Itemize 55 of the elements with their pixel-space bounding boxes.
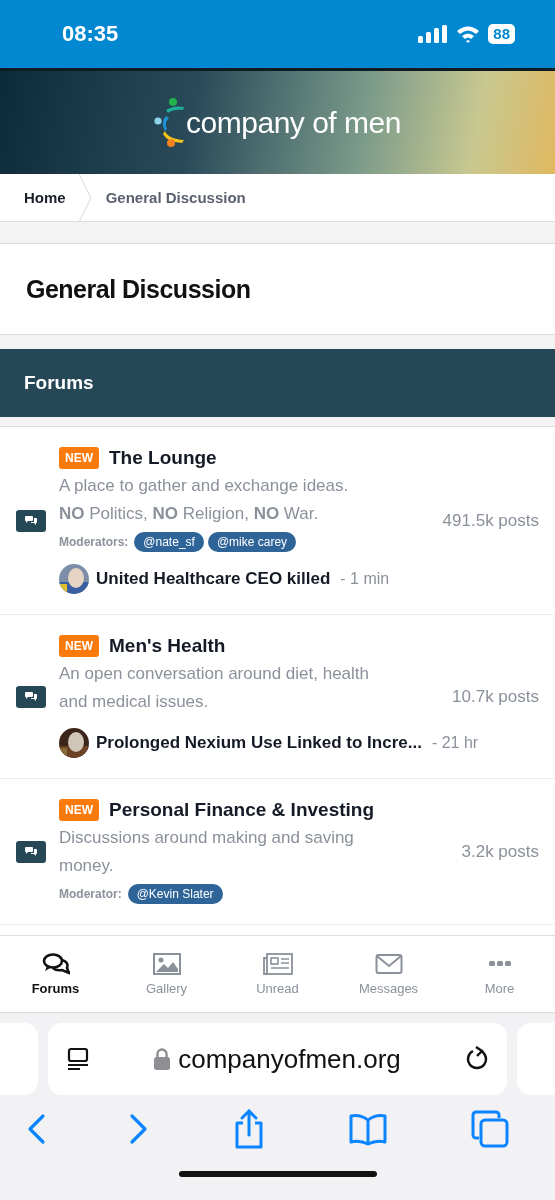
- forum-title[interactable]: The Lounge: [109, 447, 217, 469]
- forum-description: An open conversation around diet, health: [59, 663, 370, 685]
- address-bar[interactable]: companyofmen.org: [48, 1023, 507, 1095]
- forum-title[interactable]: Men's Health: [109, 635, 226, 657]
- chat-bubbles-icon: [16, 509, 46, 532]
- nav-tab[interactable]: Messages: [338, 952, 439, 996]
- breadcrumb-link[interactable]: General Discussion: [91, 189, 258, 206]
- moderator-tag[interactable]: @Kevin Slater: [127, 884, 223, 904]
- page-menu-icon[interactable]: [66, 1047, 90, 1071]
- wifi-icon: [456, 25, 481, 43]
- site-logo-text[interactable]: company of men: [186, 105, 401, 140]
- breadcrumb-link[interactable]: Home: [0, 189, 78, 206]
- moderator-tag[interactable]: @mike carey: [207, 532, 297, 552]
- post-time: - 21 hr: [431, 734, 479, 752]
- back-icon[interactable]: [26, 1113, 46, 1145]
- newspaper-icon: [262, 952, 293, 975]
- bookmarks-icon[interactable]: [347, 1112, 388, 1146]
- lock-icon: [154, 1048, 171, 1070]
- moderator-tag[interactable]: @nate_sf: [134, 532, 204, 552]
- reload-icon[interactable]: [465, 1046, 489, 1072]
- url-text: companyofmen.org: [178, 1043, 401, 1075]
- post-count: 3.2k posts: [461, 841, 539, 862]
- nav-tab[interactable]: Gallery: [116, 952, 217, 996]
- battery-icon: 88: [488, 24, 515, 44]
- post-count: 10.7k posts: [452, 686, 539, 707]
- forum-title[interactable]: Personal Finance & Investing: [109, 799, 375, 821]
- envelope-icon: [374, 952, 403, 975]
- section-title: Forums: [24, 372, 94, 394]
- new-badge: NEW: [59, 447, 99, 469]
- moderators-label: Moderator:: [59, 887, 122, 901]
- signal-icon: [418, 25, 449, 43]
- forum-description: NO Politics, NO Religion, NO War.: [59, 503, 320, 525]
- post-time: - 1 min: [340, 570, 390, 588]
- forum-description: Discussions around making and saving: [59, 827, 355, 849]
- post-count: 491.5k posts: [442, 510, 539, 531]
- new-badge: NEW: [59, 635, 99, 657]
- nav-tab[interactable]: Forums: [5, 952, 106, 996]
- forum-description: and medical issues.: [59, 691, 210, 713]
- page-title: General Discussion: [26, 274, 251, 304]
- chat-bubbles-icon: [16, 840, 46, 863]
- moderators-label: Moderators:: [59, 535, 129, 549]
- more-icon: [488, 960, 511, 966]
- latest-post-link[interactable]: United Healthcare CEO killed: [96, 569, 331, 589]
- image-icon: [152, 952, 181, 975]
- forum-description: A place to gather and exchange ideas.: [59, 475, 350, 497]
- new-badge: NEW: [59, 799, 99, 821]
- chat-bubbles-icon: [16, 685, 46, 708]
- status-time: 08:35: [62, 21, 119, 47]
- nav-tab[interactable]: Unread: [227, 952, 328, 996]
- forum-description: money.: [59, 855, 115, 877]
- nav-tab[interactable]: More: [449, 952, 550, 996]
- chat-bubbles-icon: [41, 952, 70, 975]
- logo-icon: [154, 97, 185, 148]
- latest-post-link[interactable]: Prolonged Nexium Use Linked to Incre...: [96, 733, 422, 753]
- tabs-icon[interactable]: [471, 1110, 509, 1148]
